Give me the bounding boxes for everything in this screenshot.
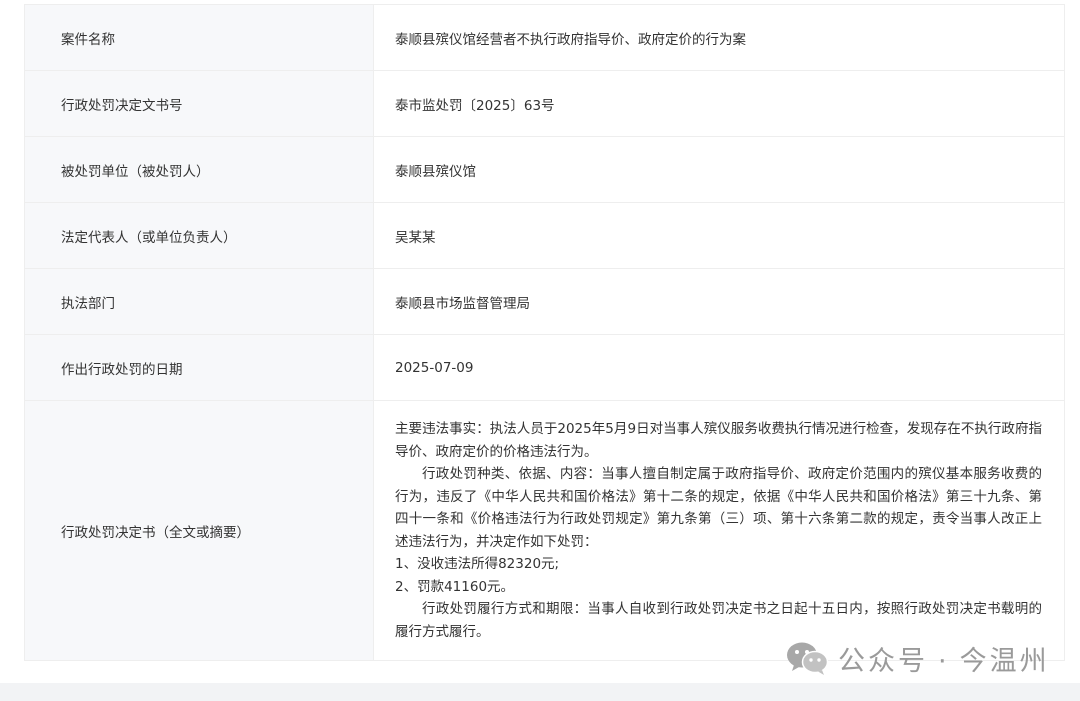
row-label-decision-date: 作出行政处罚的日期 xyxy=(24,334,374,401)
watermark-separator: · xyxy=(938,645,950,677)
decision-paragraph-performance: 行政处罚履行方式和期限：当事人自收到行政处罚决定书之日起十五日内，按照行政处罚决… xyxy=(395,601,1042,640)
watermark-prefix: 公众号 xyxy=(838,645,928,677)
table-row: 执法部门 泰顺县市场监督管理局 xyxy=(24,268,1065,335)
row-label-document-number: 行政处罚决定文书号 xyxy=(24,70,374,137)
wechat-icon xyxy=(786,640,830,676)
decision-paragraph-basis: 行政处罚种类、依据、内容：当事人擅自制定属于政府指导价、政府定价范围内的殡仪基本… xyxy=(395,466,1042,550)
decision-paragraph-facts: 主要违法事实：执法人员于2025年5月9日对当事人殡仪服务收费执行情况进行检查，… xyxy=(395,421,1042,460)
watermark-text: 公众号 · 今温州 xyxy=(838,639,1050,678)
page-content: 案件名称 泰顺县殡仪馆经营者不执行政府指导价、政府定价的行为案 行政处罚决定文书… xyxy=(0,0,1080,683)
decision-item-fine: 2、罚款41160元。 xyxy=(395,578,515,595)
table-row: 行政处罚决定文书号 泰市监处罚〔2025〕63号 xyxy=(24,70,1065,137)
watermark-account-name: 今温州 xyxy=(959,645,1050,677)
row-label-legal-representative: 法定代表人（或单位负责人） xyxy=(24,202,374,269)
row-value-legal-representative: 吴某某 xyxy=(373,202,1065,269)
table-row: 被处罚单位（被处罚人） 泰顺县殡仪馆 xyxy=(24,136,1065,203)
row-label-case-name: 案件名称 xyxy=(24,4,374,71)
row-label-decision-text: 行政处罚决定书（全文或摘要） xyxy=(24,400,374,661)
decision-item-confiscation: 1、没收违法所得82320元; xyxy=(395,556,560,572)
row-value-document-number: 泰市监处罚〔2025〕63号 xyxy=(373,70,1065,137)
table-row: 法定代表人（或单位负责人） 吴某某 xyxy=(24,202,1065,269)
row-value-decision-text: 主要违法事实：执法人员于2025年5月9日对当事人殡仪服务收费执行情况进行检查，… xyxy=(373,400,1065,661)
row-value-penalized-party: 泰顺县殡仪馆 xyxy=(373,136,1065,203)
penalty-record-table: 案件名称 泰顺县殡仪馆经营者不执行政府指导价、政府定价的行为案 行政处罚决定文书… xyxy=(24,4,1065,661)
row-label-enforcement-department: 执法部门 xyxy=(24,268,374,335)
decision-body: 主要违法事实：执法人员于2025年5月9日对当事人殡仪服务收费执行情况进行检查，… xyxy=(395,418,1042,643)
table-row: 作出行政处罚的日期 2025-07-09 xyxy=(24,334,1065,401)
table-row: 行政处罚决定书（全文或摘要） 主要违法事实：执法人员于2025年5月9日对当事人… xyxy=(24,400,1065,661)
row-label-penalized-party: 被处罚单位（被处罚人） xyxy=(24,136,374,203)
row-value-enforcement-department: 泰顺县市场监督管理局 xyxy=(373,268,1065,335)
table-row: 案件名称 泰顺县殡仪馆经营者不执行政府指导价、政府定价的行为案 xyxy=(24,4,1065,71)
row-value-case-name: 泰顺县殡仪馆经营者不执行政府指导价、政府定价的行为案 xyxy=(373,4,1065,71)
row-value-decision-date: 2025-07-09 xyxy=(373,334,1065,401)
wechat-account-watermark: 公众号 · 今温州 xyxy=(786,638,1050,678)
